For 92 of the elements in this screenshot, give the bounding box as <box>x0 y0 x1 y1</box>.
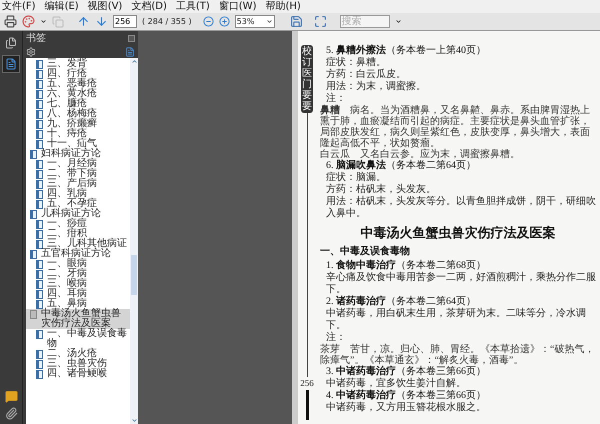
bookmark-item[interactable]: 妇科病证方论 <box>26 149 130 159</box>
pages-icon <box>5 37 17 49</box>
bookmark-item[interactable]: 十一、疝气 <box>26 139 130 149</box>
body-text: 中诸药毒，宜多饮生姜汁自解。 <box>325 378 467 390</box>
menu-item[interactable]: 编辑(E) <box>44 0 79 12</box>
zoom-in-icon[interactable] <box>218 16 230 27</box>
bookmark-item[interactable]: 五、恶毒疮 <box>26 79 130 89</box>
body-text: 方药：白云瓜皮。 <box>325 69 407 80</box>
entry-title: 2. 诸药毒治疗（务本卷二第64页） <box>325 296 477 308</box>
menu-item[interactable]: 工具(T) <box>176 0 210 12</box>
entry-title: 4. 中诸药毒治疗（务本卷三第66页） <box>325 390 487 402</box>
bookmark-icon <box>36 330 43 339</box>
bookmark-item[interactable]: 一、眼病 <box>26 259 130 269</box>
bookmark-item[interactable]: 四、乳病 <box>26 189 130 199</box>
bookmark-item[interactable]: 七、臁疮 <box>26 99 130 109</box>
bookmark-item[interactable]: 二、牙病 <box>26 269 130 279</box>
entry-title: 5. 鼻糟外擦法（务本卷一上第40页） <box>325 45 487 56</box>
bookmarks-tab[interactable] <box>2 55 20 73</box>
panel-menu-icon[interactable] <box>128 35 135 42</box>
section-heading: 一、中毒及误食毒物 <box>320 246 411 258</box>
body-text: 用法：为末，调蜜擦。 <box>325 81 427 92</box>
bookmark-item[interactable]: 三、儿科其他病证 <box>26 239 130 249</box>
menu-item[interactable]: 文档(D) <box>131 0 167 12</box>
bookmark-item[interactable]: 三、虫兽灾伤 <box>26 359 130 369</box>
body-text: 用法：枯矾末，头发灰等分。以青鱼胆拌成饼，阴干，研细吹入鼻中。 <box>325 196 596 220</box>
panel-title: 书签 <box>26 33 46 44</box>
bookmark-item[interactable]: 四、耳病 <box>26 289 130 299</box>
body-text: 注： <box>325 93 347 104</box>
bookmark-item[interactable]: 十、痔疮 <box>26 129 130 139</box>
page-number: 256 <box>300 376 314 390</box>
body-text: 方药：枯矾末，头发灰。 <box>325 184 437 196</box>
document-icon[interactable] <box>125 47 135 57</box>
body-text: 辛心痛及饮食中毒用苦参一二两，好酒煎稠汁，乘热分作二服下。 <box>325 272 596 296</box>
bookmark-item[interactable]: 儿科病证方论 <box>26 209 130 219</box>
body-text: 中诸药毒，用白矾末生用，茶芽研为末。二味等分，冷水调下。 <box>325 308 587 332</box>
zoom-out-icon[interactable] <box>202 16 214 27</box>
bookmark-item[interactable]: 二、疳积 <box>26 229 130 239</box>
paperclip-icon[interactable] <box>4 407 18 420</box>
bookmark-item[interactable]: 八、杨梅疮 <box>26 109 130 119</box>
bookmark-item[interactable]: 一、痧痘 <box>26 219 130 229</box>
scroll-down-icon[interactable] <box>130 417 138 424</box>
scroll-thumb[interactable] <box>131 255 137 295</box>
bookmark-item[interactable]: 五、鼻病 <box>26 299 130 309</box>
body-text: 注： <box>325 332 347 344</box>
menu-item[interactable]: 文件(F) <box>2 0 36 12</box>
palette-icon[interactable] <box>22 15 35 28</box>
bookmark-item[interactable]: 三、喉病 <box>26 279 130 289</box>
page-count: ( 284 / 355 ) <box>142 16 192 28</box>
bookmark-item[interactable]: 二、带下病 <box>26 169 130 179</box>
body-text: 症状：鼻糟。 <box>325 57 387 68</box>
margin-bar <box>306 390 308 420</box>
body-text: 中诸药毒，又方用玉簪花根水服之。 <box>325 402 487 414</box>
bookmark-item[interactable]: 一、月经病 <box>26 159 130 169</box>
zoom-field[interactable]: 53% <box>234 15 275 28</box>
arrow-down-icon[interactable] <box>95 15 108 28</box>
bookmark-item[interactable]: 三、发背 <box>26 59 130 69</box>
bookmark-item[interactable]: 四、诸骨鲠喉 <box>26 369 130 379</box>
bookmark-item[interactable]: 六、黄水疮 <box>26 89 130 99</box>
save-icon[interactable] <box>290 15 303 28</box>
pages-tab[interactable] <box>3 35 19 51</box>
caret-icon[interactable] <box>394 18 402 25</box>
search-field[interactable]: 搜索 <box>340 15 390 28</box>
entry-title: 6. 脑漏吹鼻法（务本卷二第64页） <box>325 160 477 172</box>
note-text: 茶芽 苦甘，凉。归心、肺、胃经。《本草拾遗》：“破热气，除瘴气”。《本草通玄》：“解炙火毒，酒毒”。 <box>320 344 596 366</box>
comments-icon[interactable] <box>4 390 18 403</box>
chapter-heading: 中毒汤火鱼蟹虫兽灾伤疗法及医案 <box>360 225 556 241</box>
bookmark-item[interactable]: 五官科病证方论 <box>26 249 130 259</box>
entry-title: 3. 中诸药毒治疗（务本卷三第66页） <box>325 366 487 378</box>
bookmark-item[interactable]: 一、中毒及误食毒物 <box>26 329 130 349</box>
note-text: 白云瓜 又名白云参。应为末，调蜜擦鼻糟。 <box>320 149 521 160</box>
scrollbar[interactable] <box>130 58 138 424</box>
bookmark-item[interactable]: 九、疥癞癣 <box>26 119 130 129</box>
menu-item[interactable]: 帮助(H) <box>265 0 301 12</box>
note-text: 鼻糟 病名。当为酒糟鼻，又名鼻齄、鼻赤。系由脾胃湿热上熏于肺，血瘀凝结而引起的病症。主要症状是鼻头血管扩张，局部皮肤发红，病久则呈紫红色，皮肤变厚，鼻头增大，表面隆起高低不平，状如赘瘤。 <box>320 105 591 149</box>
bookmark-item[interactable]: 三、产后病 <box>26 179 130 189</box>
document-icon <box>5 58 17 70</box>
scroll-up-icon[interactable] <box>130 58 138 65</box>
page-number-field[interactable]: 256 <box>113 15 137 28</box>
caret-icon[interactable] <box>40 18 47 25</box>
bookmark-item[interactable]: 四、疔疮 <box>26 69 130 79</box>
bookmark-item[interactable]: 二、汤火疮 <box>26 349 130 359</box>
fit-page-icon[interactable] <box>314 15 327 28</box>
menu-item[interactable]: 视图(V) <box>88 0 122 12</box>
arrow-up-icon[interactable] <box>77 15 90 28</box>
body-text: 症状：脑漏。 <box>325 172 387 184</box>
bookmark-item[interactable]: 五、不孕症 <box>26 199 130 209</box>
caret-icon <box>266 18 273 25</box>
entry-title: 1. 食物中毒治疗（务本卷二第68页） <box>325 260 487 272</box>
menu-item[interactable]: 窗口(W) <box>218 0 256 12</box>
gear-icon[interactable] <box>26 47 36 57</box>
printer-icon[interactable] <box>4 15 17 28</box>
bookmark-item[interactable]: 中毒汤火鱼蟹虫兽灾伤疗法及医案 <box>26 309 130 329</box>
